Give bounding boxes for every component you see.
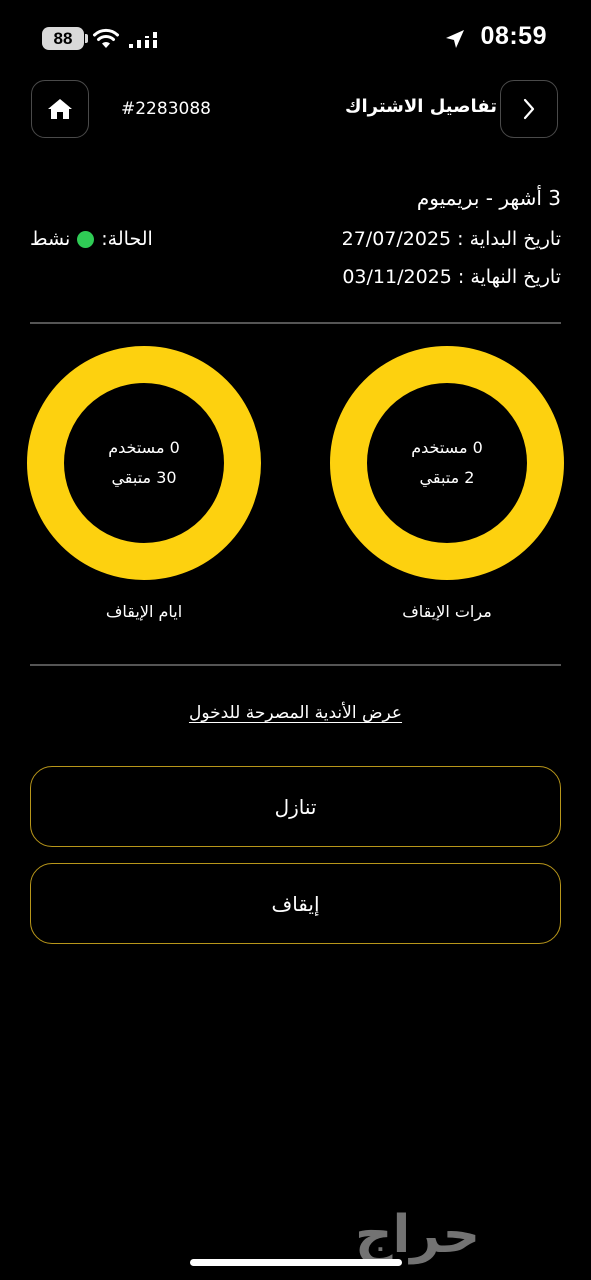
order-id: #2283088 xyxy=(121,99,211,119)
wifi-icon xyxy=(93,28,119,48)
pause-days-label: ايام الإيقاف xyxy=(105,602,183,621)
pause-button[interactable]: إيقاف xyxy=(30,863,561,944)
pause-times-label: مرات الإيقاف xyxy=(402,602,492,621)
page-title: تفاصيل الاشتراك xyxy=(344,96,497,117)
status-label: الحالة: xyxy=(101,228,153,250)
pause-days-remaining: 30 متبقي xyxy=(111,468,177,487)
plan-name: 3 أشهر - بريميوم xyxy=(416,186,561,210)
withdraw-button[interactable]: تنازل xyxy=(30,766,561,847)
pause-days-ring: 0 مستخدم 30 متبقي xyxy=(27,346,261,580)
cellular-signal-icon xyxy=(128,32,160,48)
pause-days-used: 0 مستخدم xyxy=(108,438,180,457)
end-date: تاريخ النهاية : 03/11/2025 xyxy=(342,266,561,288)
pause-times-used: 0 مستخدم xyxy=(411,438,483,457)
divider-bottom xyxy=(30,664,561,666)
location-arrow-icon xyxy=(446,30,464,48)
status-value: نشط xyxy=(30,228,71,250)
chevron-right-icon xyxy=(523,98,535,120)
haraj-watermark-logo: حراج xyxy=(355,1205,481,1265)
back-button[interactable] xyxy=(500,80,558,138)
home-icon xyxy=(48,99,72,119)
status-row: الحالة: نشط xyxy=(30,228,153,250)
battery-cap xyxy=(85,34,88,43)
battery-indicator: 88 xyxy=(42,27,84,50)
pause-times-ring: 0 مستخدم 2 متبقي xyxy=(330,346,564,580)
pause-times-remaining: 2 متبقي xyxy=(419,468,475,487)
status-dot xyxy=(77,230,95,248)
authorized-clubs-link[interactable]: عرض الأندية المصرحة للدخول xyxy=(0,703,591,723)
status-time: 08:59 xyxy=(480,22,547,50)
home-indicator[interactable] xyxy=(190,1259,402,1266)
start-date: تاريخ البداية : 27/07/2025 xyxy=(341,228,561,250)
divider-top xyxy=(30,322,561,324)
home-button[interactable] xyxy=(31,80,89,138)
